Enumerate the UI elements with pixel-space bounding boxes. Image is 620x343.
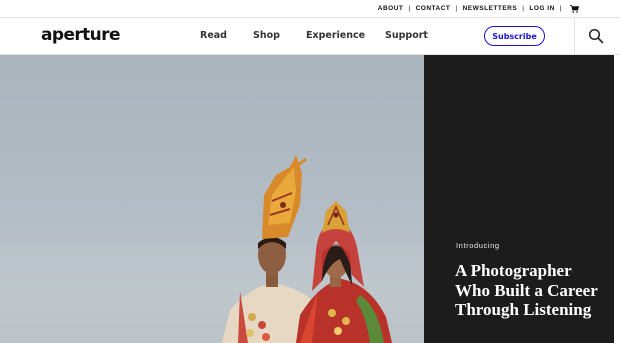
separator: | — [408, 5, 411, 12]
utility-link-contact[interactable]: CONTACT — [416, 5, 451, 12]
subscribe-button[interactable]: Subscribe — [484, 26, 545, 46]
nav-item-read[interactable]: Read — [200, 30, 227, 41]
search-icon[interactable] — [588, 28, 604, 44]
hero-headline[interactable]: A Photographer Who Built a Career Throug… — [455, 261, 605, 320]
utility-links: ABOUT | CONTACT | NEWSLETTERS | LOG IN | — [378, 5, 578, 12]
utility-bar: ABOUT | CONTACT | NEWSLETTERS | LOG IN | — [0, 0, 620, 18]
cart-icon[interactable] — [570, 5, 579, 13]
utility-link-login[interactable]: LOG IN — [529, 5, 554, 12]
hero-kicker: Introducing — [456, 241, 500, 250]
main-header: aperture Read Shop Experience Support Su… — [0, 18, 620, 55]
hero-text-panel: Introducing A Photographer Who Built a C… — [424, 55, 614, 343]
hero-image[interactable] — [0, 55, 424, 343]
nav-item-support[interactable]: Support — [385, 30, 428, 41]
nav-item-shop[interactable]: Shop — [253, 30, 280, 41]
separator: | — [522, 5, 525, 12]
separator: | — [559, 5, 562, 12]
utility-link-newsletters[interactable]: NEWSLETTERS — [463, 5, 518, 12]
utility-link-about[interactable]: ABOUT — [378, 5, 404, 12]
hero-photo — [0, 155, 424, 343]
separator: | — [455, 5, 458, 12]
right-margin — [614, 55, 620, 343]
nav-item-experience[interactable]: Experience — [306, 30, 365, 41]
header-divider — [574, 18, 575, 54]
